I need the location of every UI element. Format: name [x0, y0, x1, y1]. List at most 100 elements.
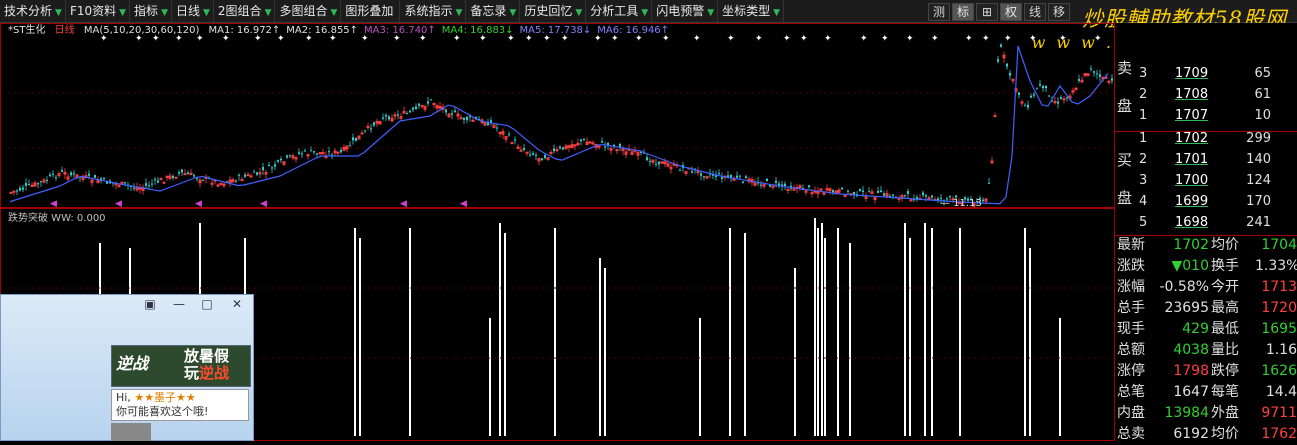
- candle-body: [148, 185, 150, 187]
- candle-body: [432, 103, 436, 106]
- candle-body: [25, 183, 27, 186]
- candle-body: [268, 164, 270, 167]
- quote-value: 1762: [1261, 426, 1297, 442]
- menu-item-1[interactable]: F10资料 ▼: [66, 0, 131, 22]
- menu-item-label: 2图组合: [217, 4, 262, 18]
- ma-value-6: MA6: 16.946↑: [597, 25, 670, 36]
- level-volume: 299: [1246, 131, 1271, 146]
- menu-item-label: 多图组合: [279, 4, 328, 18]
- candle-body: [549, 151, 553, 154]
- candle-body: [154, 179, 156, 181]
- quote-value: 429: [1182, 321, 1209, 337]
- menu-item-4[interactable]: 2图组合 ▼: [214, 0, 276, 22]
- menu-item-7[interactable]: 系统指示 ▼: [400, 0, 467, 22]
- menu-item-12[interactable]: 坐标类型 ▼: [718, 0, 785, 22]
- popup-close-button[interactable]: ✕: [229, 297, 245, 311]
- buy-level-row[interactable]: 3 1700 124: [1115, 170, 1297, 191]
- candle-body: [364, 130, 366, 132]
- signal-marker: ✦: [931, 34, 939, 44]
- candle-body: [718, 173, 720, 175]
- quote-label: 涨跌: [1117, 258, 1145, 274]
- menu-item-5[interactable]: 多图组合 ▼: [275, 0, 342, 22]
- candle-body: [420, 104, 424, 107]
- toolbar-move-button[interactable]: 移: [1048, 3, 1070, 21]
- toolbar-measure-button[interactable]: 测: [928, 3, 950, 21]
- candle-body: [159, 178, 163, 181]
- candle-body: [649, 160, 651, 162]
- candle-body: [742, 181, 744, 183]
- menu-item-label: 指标: [134, 4, 159, 18]
- quote-value: 1.16: [1265, 342, 1297, 358]
- greeting-message: 你可能喜欢这个哦!: [116, 405, 209, 418]
- popup-minimize-button[interactable]: —: [171, 297, 187, 311]
- candle-body: [52, 173, 54, 175]
- candle-body: [853, 191, 855, 195]
- candle-body: [868, 191, 870, 193]
- candle-body: [1033, 94, 1035, 96]
- candle-body: [151, 183, 153, 185]
- menu-item-11[interactable]: 闪电预警 ▼: [652, 0, 719, 22]
- ma-line: [9, 45, 1109, 205]
- menu-item-0[interactable]: 技术分析 ▼: [0, 0, 66, 22]
- candle-body: [210, 182, 214, 185]
- candle-body: [1066, 97, 1068, 99]
- candle-body: [541, 158, 543, 161]
- candle-body: [559, 146, 561, 149]
- candle-body: [145, 183, 147, 186]
- candle-body: [1060, 97, 1062, 100]
- candle-body: [544, 155, 546, 159]
- candle-body: [316, 153, 318, 155]
- quote-label: 均价: [1211, 237, 1239, 253]
- quote-value: 1702: [1173, 237, 1209, 253]
- menu-item-10[interactable]: 分析工具 ▼: [586, 0, 653, 22]
- candle-body: [819, 188, 823, 191]
- level-price: 1708: [1175, 87, 1209, 102]
- candle-body: [202, 179, 204, 181]
- toolbar-rights-button[interactable]: 权: [1000, 3, 1022, 21]
- toolbar-grid-button[interactable]: ⊞: [976, 3, 998, 21]
- candle-body: [1036, 88, 1038, 90]
- candle-body: [1048, 95, 1050, 97]
- candle-body: [253, 171, 255, 173]
- candle-body: [523, 147, 525, 150]
- menu-item-3[interactable]: 日线 ▼: [172, 0, 214, 22]
- buy-level-row[interactable]: 1 1702 299: [1115, 128, 1297, 149]
- candle-body: [604, 146, 606, 148]
- signal-marker: ✦: [982, 34, 990, 44]
- level-index: 3: [1139, 66, 1148, 81]
- candle-body: [792, 188, 796, 191]
- quote-label: 涨幅: [1117, 279, 1145, 295]
- ad-popup-window[interactable]: ▣ — □ ✕ 逆战 放暑假 玩逆战 Hi, ★★墨子★★ 你可能喜欢这个哦!: [0, 294, 254, 441]
- candle-body: [40, 181, 42, 183]
- level-volume: 65: [1254, 66, 1271, 81]
- menu-item-8[interactable]: 备忘录 ▼: [466, 0, 521, 22]
- candle-body: [286, 155, 288, 158]
- candle-body: [553, 148, 555, 152]
- sell-level-row[interactable]: 1 1707 10: [1115, 105, 1297, 126]
- candle-body: [301, 153, 303, 155]
- quote-value: ▼010: [1171, 258, 1210, 274]
- buy-level-row[interactable]: 2 1701 140: [1115, 149, 1297, 170]
- candle-body: [691, 171, 693, 173]
- menu-item-2[interactable]: 指标 ▼: [130, 0, 172, 22]
- menu-item-6[interactable]: 图形叠加: [341, 0, 401, 22]
- candle-body: [535, 154, 537, 156]
- menu-item-9[interactable]: 历史回忆 ▼: [520, 0, 587, 22]
- signal-arrow-icon: ◀: [195, 199, 202, 208]
- toolbar-mark-button[interactable]: 标: [952, 3, 974, 21]
- candle-body: [658, 161, 660, 165]
- candle-body: [843, 194, 847, 197]
- game-ad-banner[interactable]: 逆战 放暑假 玩逆战: [111, 345, 251, 387]
- signal-marker: ✦: [1029, 34, 1037, 44]
- ma-value-5: MA5: 17.738↓: [519, 25, 592, 36]
- toolbar-line-button[interactable]: 线: [1024, 3, 1046, 21]
- ma-value-1: MA1: 16.972↑: [208, 25, 281, 36]
- popup-maximize-button[interactable]: □: [199, 297, 215, 311]
- buy-level-row[interactable]: 4 1699 170: [1115, 191, 1297, 212]
- quote-row: 涨幅 -0.58% 今开 1713: [1115, 277, 1297, 298]
- sell-level-row[interactable]: 3 1709 65: [1115, 63, 1297, 84]
- popup-pin-button[interactable]: ▣: [142, 297, 158, 311]
- quote-label: 总手: [1117, 300, 1145, 316]
- sell-level-row[interactable]: 2 1708 61: [1115, 84, 1297, 105]
- buy-level-row[interactable]: 5 1698 241: [1115, 212, 1297, 233]
